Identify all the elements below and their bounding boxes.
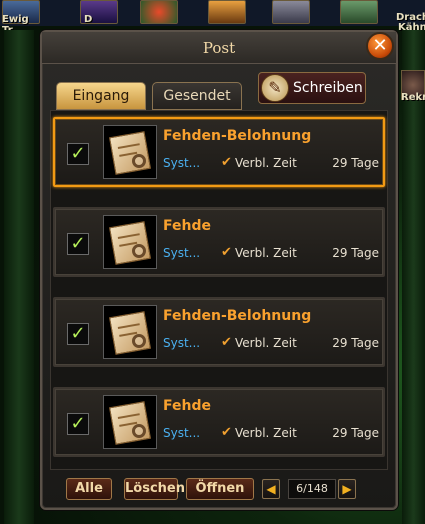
mail-sender: Syst...	[163, 426, 201, 440]
clock-icon: ✔	[221, 425, 232, 440]
mail-window: Post ✕ Eingang Gesendet ✎ Schreiben ✓ Fe…	[40, 30, 398, 510]
mail-checkbox[interactable]: ✓	[67, 413, 89, 435]
top-menu-icon[interactable]	[208, 0, 246, 24]
mail-item[interactable]: ✓ Fehde Syst... ✔ Verbl. Zeit 29 Tage	[53, 207, 385, 277]
open-button[interactable]: Öffnen	[186, 478, 254, 500]
close-button[interactable]: ✕	[366, 32, 394, 60]
time-remaining-value: 29 Tage	[332, 336, 379, 350]
tab-sent[interactable]: Gesendet	[152, 82, 242, 110]
background-label: D	[84, 14, 93, 25]
mail-sender: Syst...	[163, 156, 201, 170]
close-icon: ✕	[372, 35, 388, 56]
next-page-button[interactable]: ▶	[338, 479, 356, 499]
time-remaining-value: 29 Tage	[332, 246, 379, 260]
mail-checkbox[interactable]: ✓	[67, 323, 89, 345]
write-button[interactable]: ✎ Schreiben	[258, 72, 366, 104]
arrow-left-icon: ◀	[266, 482, 276, 496]
mail-subject: Fehden-Belohnung	[163, 128, 312, 144]
delete-button[interactable]: Löschen	[124, 478, 185, 500]
time-remaining-label: Verbl. Zeit	[235, 156, 297, 170]
mail-subject: Fehde	[163, 398, 211, 414]
time-remaining-label: Verbl. Zeit	[235, 426, 297, 440]
write-button-label: Schreiben	[293, 80, 363, 96]
background-pillar	[402, 30, 425, 524]
background-label: Rekru	[401, 92, 425, 103]
title-bar: Post	[42, 32, 396, 64]
mail-item[interactable]: ✓ Fehden-Belohnung Syst... ✔ Verbl. Zeit…	[53, 297, 385, 367]
select-all-button[interactable]: Alle	[66, 478, 112, 500]
arrow-right-icon: ▶	[342, 482, 352, 496]
top-menu-icon[interactable]	[340, 0, 378, 24]
prev-page-button[interactable]: ◀	[262, 479, 280, 499]
tab-inbox[interactable]: Eingang	[56, 82, 146, 110]
clock-icon: ✔	[221, 155, 232, 170]
window-title: Post	[202, 39, 236, 57]
clock-icon: ✔	[221, 245, 232, 260]
letter-icon	[103, 215, 157, 269]
mail-subject: Fehde	[163, 218, 211, 234]
time-remaining-label: Verbl. Zeit	[235, 246, 297, 260]
letter-icon	[103, 125, 157, 179]
mail-sender: Syst...	[163, 336, 201, 350]
top-menu-icon[interactable]	[140, 0, 178, 24]
quill-icon: ✎	[261, 74, 289, 102]
time-remaining-label: Verbl. Zeit	[235, 336, 297, 350]
top-menu-icon[interactable]	[272, 0, 310, 24]
time-remaining-value: 29 Tage	[332, 426, 379, 440]
mail-checkbox[interactable]: ✓	[67, 233, 89, 255]
mail-sender: Syst...	[163, 246, 201, 260]
clock-icon: ✔	[221, 335, 232, 350]
letter-icon	[103, 305, 157, 359]
mail-subject: Fehden-Belohnung	[163, 308, 312, 324]
mail-list: ✓ Fehden-Belohnung Syst... ✔ Verbl. Zeit…	[50, 110, 388, 470]
letter-icon	[103, 395, 157, 449]
mail-item[interactable]: ✓ Fehde Syst... ✔ Verbl. Zeit 29 Tage	[53, 387, 385, 457]
background-pillar	[4, 30, 34, 524]
page-indicator: 6/148	[288, 479, 336, 499]
mail-item[interactable]: ✓ Fehden-Belohnung Syst... ✔ Verbl. Zeit…	[53, 117, 385, 187]
time-remaining-value: 29 Tage	[332, 156, 379, 170]
mail-checkbox[interactable]: ✓	[67, 143, 89, 165]
